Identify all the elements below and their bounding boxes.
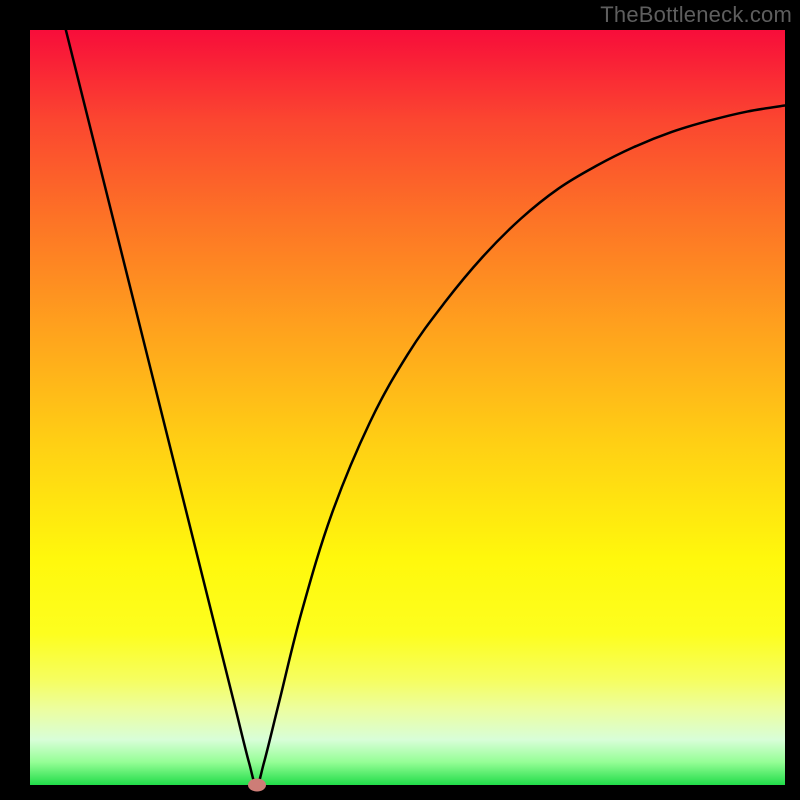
watermark-text: TheBottleneck.com (600, 2, 792, 28)
chart-frame: TheBottleneck.com (0, 0, 800, 800)
bottleneck-curve (30, 30, 785, 785)
minimum-point-marker (248, 779, 266, 792)
